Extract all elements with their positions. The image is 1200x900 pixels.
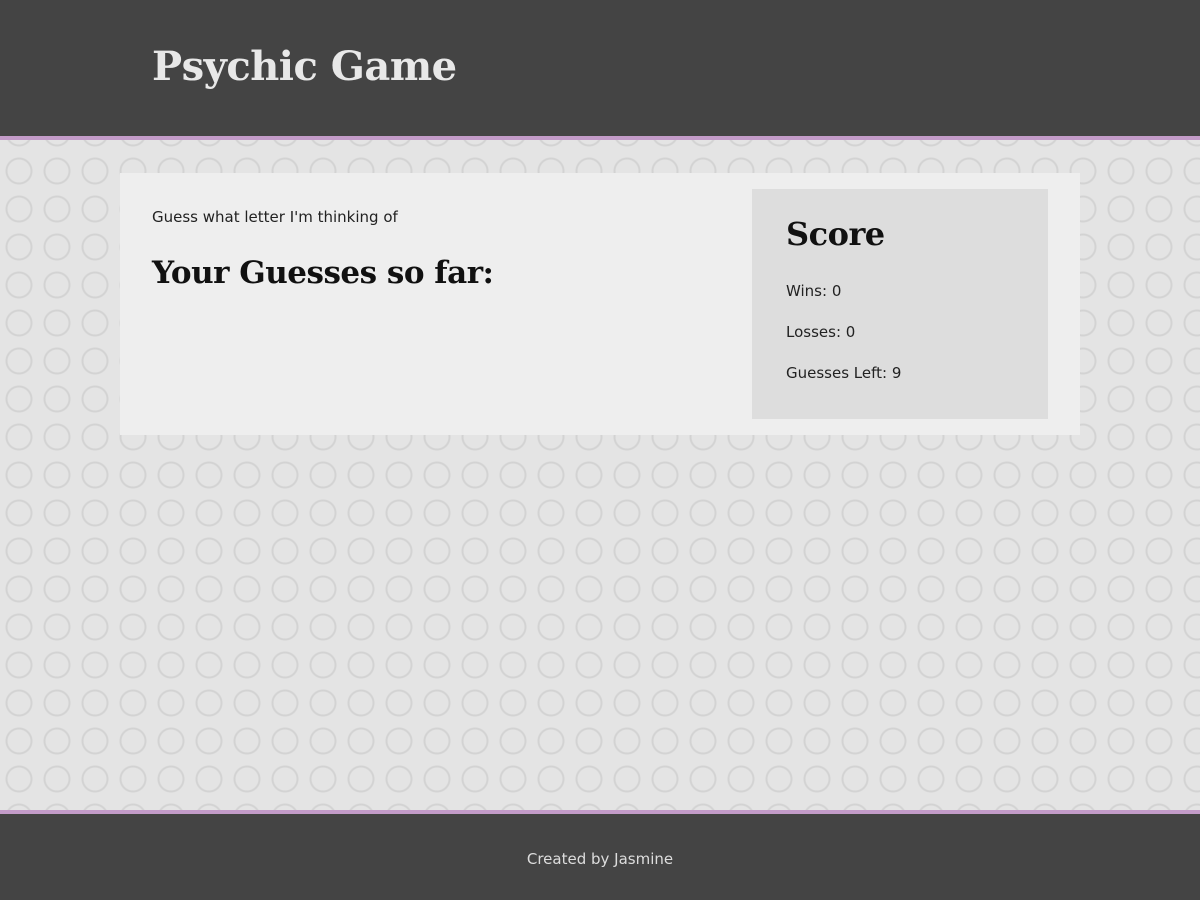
site-footer: Created by Jasmine [0, 810, 1200, 900]
footer-credit: Created by Jasmine [526, 850, 674, 868]
site-title: Psychic Game [152, 43, 457, 90]
game-panel: Guess what letter I'm thinking of Your G… [120, 173, 1080, 435]
score-heading: Score [786, 215, 885, 253]
score-box: Score Wins: 0 Losses: 0 Guesses Left: 9 [752, 189, 1048, 419]
guesses-heading: Your Guesses so far: [152, 255, 494, 291]
game-instruction: Guess what letter I'm thinking of [152, 208, 398, 226]
site-header: Psychic Game [0, 0, 1200, 140]
guesses-left-count: Guesses Left: 9 [786, 364, 902, 382]
guesses-list [152, 305, 712, 335]
wins-count: Wins: 0 [786, 282, 842, 300]
losses-count: Losses: 0 [786, 323, 856, 341]
